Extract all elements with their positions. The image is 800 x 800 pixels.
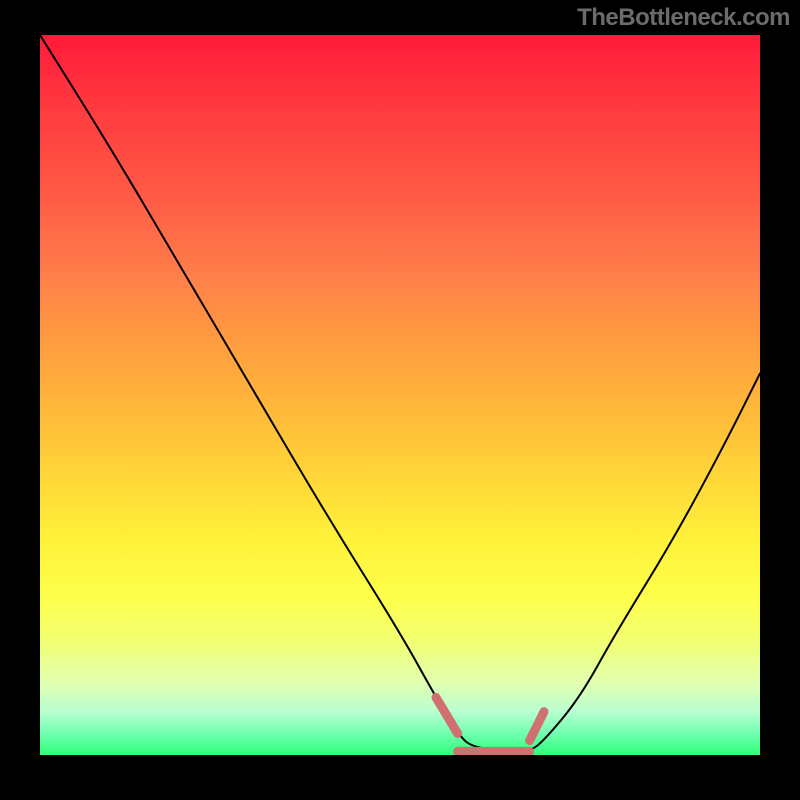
curve-svg: [40, 35, 760, 755]
highlight-segment: [530, 712, 544, 741]
chart-container: TheBottleneck.com: [0, 0, 800, 800]
main-curve: [40, 35, 760, 751]
watermark-text: TheBottleneck.com: [577, 4, 790, 32]
highlight-group: [436, 697, 544, 751]
plot-area: [40, 35, 760, 755]
highlight-segment: [436, 697, 458, 733]
